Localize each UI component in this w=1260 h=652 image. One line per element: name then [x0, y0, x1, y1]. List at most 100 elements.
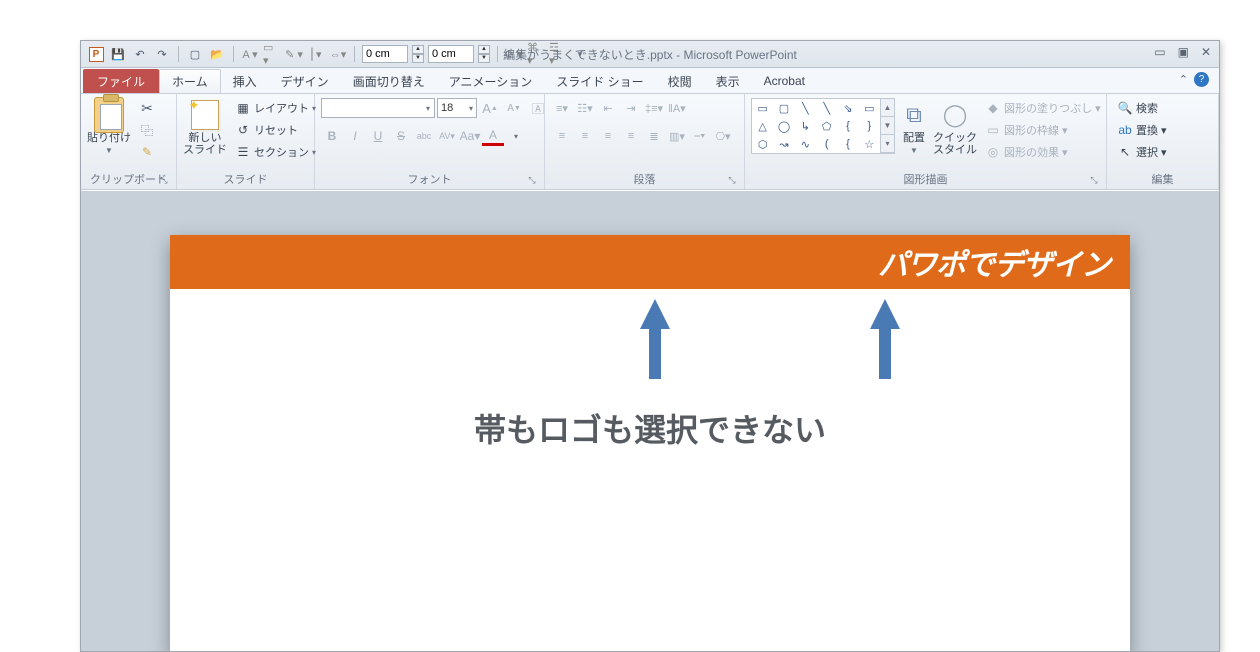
redo-icon[interactable]: ↷ — [153, 45, 171, 63]
band-logo-text: パワポでデザイン — [878, 240, 1110, 284]
replace-button[interactable]: ab置換 ▾ — [1113, 120, 1171, 140]
up-arrow-icon — [870, 299, 900, 379]
quick-styles-button[interactable]: ◯ クイック スタイル — [933, 98, 977, 156]
arrange-button[interactable]: ⧉ 配置▼ — [899, 98, 929, 156]
tab-home[interactable]: ホーム — [159, 69, 221, 93]
reset-button[interactable]: ↺リセット — [231, 120, 320, 140]
maximize-button[interactable]: ▣ — [1178, 45, 1189, 59]
tab-view[interactable]: 表示 — [704, 69, 752, 93]
layout-button[interactable]: ▦レイアウト ▾ — [231, 98, 320, 118]
new-slide-button[interactable]: 新しい スライド — [183, 98, 227, 156]
shape-effects-button[interactable]: ◎図形の効果 ▾ — [981, 142, 1105, 162]
shape-outline-button[interactable]: ▭図形の枠線 ▾ — [981, 120, 1105, 140]
shape-width-input[interactable] — [362, 45, 408, 63]
tab-design[interactable]: デザイン — [269, 69, 341, 93]
font-color-a-icon[interactable]: A ▾ — [241, 45, 259, 63]
shapes-gallery-spinner[interactable]: ▲▼▾ — [881, 98, 895, 154]
undo-icon[interactable]: ↶ — [131, 45, 149, 63]
ribbon: 貼り付け▼ クリップボード⤡ 新しい スライド — [81, 94, 1219, 190]
shape-fill-button[interactable]: ◆図形の塗りつぶし ▾ — [981, 98, 1105, 118]
close-button[interactable]: ✕ — [1201, 45, 1211, 59]
group-clipboard: 貼り付け▼ クリップボード⤡ — [81, 94, 177, 189]
slide-canvas[interactable]: パワポでデザイン 帯もロゴも選択できない — [170, 235, 1130, 652]
annotation-text: 帯もロゴも選択できない — [170, 405, 1130, 451]
minimize-button[interactable]: ▭ — [1154, 45, 1165, 59]
collapse-ribbon-icon[interactable]: ⌃ — [1179, 73, 1188, 86]
quick-access-toolbar: P 💾 ↶ ↷ ▢ 📂 A ▾ ▭ ▾ ✎ ▾ ⎢▾ ⇔▾ ▲▼ ▲▼ ⟳ ▾ — [81, 45, 589, 63]
shrink-font-button[interactable]: A▼ — [503, 98, 525, 118]
shadow-button[interactable]: abc — [413, 126, 435, 146]
clipboard-dialog-icon[interactable]: ⤡ — [158, 175, 170, 187]
slide-area: パワポでデザイン 帯もロゴも選択できない — [81, 191, 1219, 651]
align-text-button[interactable]: ⎯▾ — [689, 126, 711, 146]
select-button[interactable]: ↖選択 ▾ — [1113, 142, 1171, 162]
tab-transitions[interactable]: 画面切り替え — [341, 69, 437, 93]
bullets-button[interactable]: ≡▾ — [551, 98, 573, 118]
smartart-button[interactable]: ⎔▾ — [712, 126, 734, 146]
tab-acrobat[interactable]: Acrobat — [752, 69, 817, 93]
font-family-select[interactable]: ▾ — [321, 98, 435, 118]
numbering-button[interactable]: ☷▾ — [574, 98, 596, 118]
italic-button[interactable]: I — [344, 126, 366, 146]
char-spacing-button[interactable]: AV▾ — [436, 126, 458, 146]
app-icon[interactable]: P — [87, 45, 105, 63]
shape-height-input[interactable] — [428, 45, 474, 63]
shape-outline-icon[interactable]: ✎ ▾ — [285, 45, 303, 63]
cut-button[interactable] — [135, 98, 159, 118]
font-dialog-icon[interactable]: ⤡ — [526, 175, 538, 187]
font-color-button[interactable]: A — [482, 126, 504, 146]
app-window: P 💾 ↶ ↷ ▢ 📂 A ▾ ▭ ▾ ✎ ▾ ⎢▾ ⇔▾ ▲▼ ▲▼ ⟳ ▾ — [80, 40, 1220, 652]
align-icon[interactable]: ⎢▾ — [307, 45, 325, 63]
group-slides: 新しい スライド ▦レイアウト ▾ ↺リセット ☰セクション ▾ スライド — [177, 94, 315, 189]
line-spacing-button[interactable]: ‡≡▾ — [643, 98, 665, 118]
titlebar: P 💾 ↶ ↷ ▢ 📂 A ▾ ▭ ▾ ✎ ▾ ⎢▾ ⇔▾ ▲▼ ▲▼ ⟳ ▾ — [81, 41, 1219, 68]
tab-animations[interactable]: アニメーション — [437, 69, 545, 93]
tab-insert[interactable]: 挿入 — [221, 69, 269, 93]
open-icon[interactable]: 📂 — [208, 45, 226, 63]
shapes-gallery[interactable]: ▭▢╲╲⇘▭ △◯↳⬠{} ⬡↝∿({☆ — [751, 98, 881, 154]
find-button[interactable]: 🔍検索 — [1113, 98, 1171, 118]
group-drawing: ▭▢╲╲⇘▭ △◯↳⬠{} ⬡↝∿({☆ ▲▼▾ ⧉ 配置▼ ◯ クイック スタ… — [745, 94, 1107, 189]
paragraph-dialog-icon[interactable]: ⤡ — [726, 175, 738, 187]
distributed-button[interactable]: ≣ — [643, 126, 665, 146]
new-icon[interactable]: ▢ — [186, 45, 204, 63]
align-center-button[interactable]: ≡ — [574, 126, 596, 146]
paste-button[interactable]: 貼り付け▼ — [87, 98, 131, 156]
tab-review[interactable]: 校閲 — [656, 69, 704, 93]
font-color-drop[interactable]: ▾ — [505, 126, 527, 146]
section-button[interactable]: ☰セクション ▾ — [231, 142, 320, 162]
text-direction-button[interactable]: ‖A▾ — [666, 98, 688, 118]
width-spinner[interactable]: ▲▼ — [412, 45, 424, 63]
align-right-button[interactable]: ≡ — [597, 126, 619, 146]
columns-button[interactable]: ▥▾ — [666, 126, 688, 146]
justify-button[interactable]: ≡ — [620, 126, 642, 146]
font-size-select[interactable]: 18▾ — [437, 98, 477, 118]
change-case-button[interactable]: Aa▾ — [459, 126, 481, 146]
ribbon-tabs: ファイル ホーム 挿入 デザイン 画面切り替え アニメーション スライド ショー… — [81, 68, 1219, 94]
order-icon[interactable]: ☲ ▾ — [549, 45, 567, 63]
group-editing: 🔍検索 ab置換 ▾ ↖選択 ▾ 編集 — [1107, 94, 1219, 189]
help-icon[interactable]: ? — [1194, 72, 1209, 87]
slide-band: パワポでデザイン — [170, 235, 1130, 289]
tab-slideshow[interactable]: スライド ショー — [544, 69, 655, 93]
bold-button[interactable]: B — [321, 126, 343, 146]
group-font: ▾ 18▾ A▲ A▼ 🄰 B I U S abc AV▾ Aa▾ — [315, 94, 545, 189]
height-spinner[interactable]: ▲▼ — [478, 45, 490, 63]
distribute-icon[interactable]: ⇔▾ — [329, 45, 347, 63]
drawing-dialog-icon[interactable]: ⤡ — [1088, 175, 1100, 187]
format-painter-button[interactable] — [135, 142, 159, 162]
decrease-indent-button[interactable]: ⇤ — [597, 98, 619, 118]
shape-fill-icon[interactable]: ▭ ▾ — [263, 45, 281, 63]
qat-customize-icon[interactable]: ▼ — [571, 45, 589, 63]
align-left-button[interactable]: ≡ — [551, 126, 573, 146]
tab-file[interactable]: ファイル — [83, 69, 159, 93]
grow-font-button[interactable]: A▲ — [479, 98, 501, 118]
save-icon[interactable]: 💾 — [109, 45, 127, 63]
increase-indent-button[interactable]: ⇥ — [620, 98, 642, 118]
underline-button[interactable]: U — [367, 126, 389, 146]
group-paragraph: ≡▾ ☷▾ ⇤ ⇥ ‡≡▾ ‖A▾ ≡ ≡ ≡ ≡ ≣ ▥▾ ⎯▾ — [545, 94, 745, 189]
rotate-icon[interactable]: ⟳ ▾ — [505, 45, 523, 63]
strike-button[interactable]: S — [390, 126, 412, 146]
copy-button[interactable] — [135, 120, 159, 140]
group-icon[interactable]: ⌘ ▾ — [527, 45, 545, 63]
